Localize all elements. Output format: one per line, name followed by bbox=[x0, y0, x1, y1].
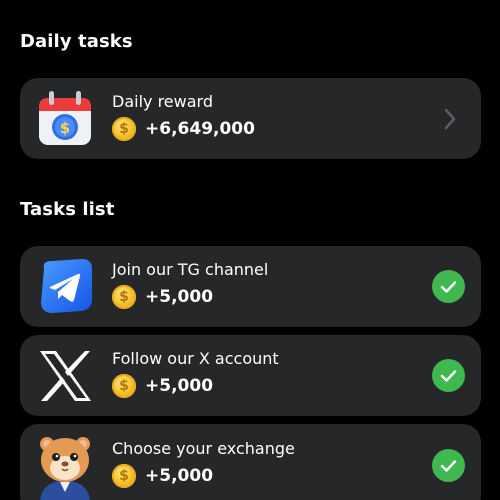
task-reward-amount: +5,000 bbox=[145, 376, 214, 396]
check-icon bbox=[432, 449, 465, 482]
daily-reward-amount: +6,649,000 bbox=[145, 119, 255, 139]
check-icon bbox=[432, 270, 465, 303]
calendar-dollar-icon: $ bbox=[34, 86, 96, 148]
svg-text:$: $ bbox=[60, 119, 70, 137]
daily-reward-card[interactable]: $ Daily reward $ +6,649,000 bbox=[20, 78, 481, 159]
daily-tasks-heading: Daily tasks bbox=[20, 31, 133, 52]
task-title: Choose your exchange bbox=[112, 439, 295, 458]
task-reward-row: $ +5,000 bbox=[112, 373, 213, 399]
task-title: Join our TG channel bbox=[112, 260, 269, 279]
tasks-list-heading: Tasks list bbox=[20, 199, 115, 220]
daily-reward-amount-row: $ +6,649,000 bbox=[112, 116, 255, 142]
coin-icon: $ bbox=[112, 374, 136, 398]
hamster-icon bbox=[34, 430, 96, 500]
chevron-right-icon bbox=[443, 107, 457, 131]
task-title: Follow our X account bbox=[112, 349, 279, 368]
coin-icon: $ bbox=[112, 464, 136, 488]
telegram-icon bbox=[34, 255, 96, 317]
task-reward-row: $ +5,000 bbox=[112, 463, 213, 489]
task-reward-row: $ +5,000 bbox=[112, 284, 213, 310]
check-icon bbox=[432, 359, 465, 392]
task-item-exchange[interactable]: Choose your exchange $ +5,000 bbox=[20, 424, 481, 500]
tasks-screen: Daily tasks $ Daily reward $ +6,649,000 bbox=[0, 0, 500, 500]
daily-reward-title: Daily reward bbox=[112, 92, 213, 111]
task-item-telegram[interactable]: Join our TG channel $ +5,000 bbox=[20, 246, 481, 327]
coin-icon: $ bbox=[112, 285, 136, 309]
coin-icon: $ bbox=[112, 117, 136, 141]
task-reward-amount: +5,000 bbox=[145, 287, 214, 307]
task-item-x[interactable]: Follow our X account $ +5,000 bbox=[20, 335, 481, 416]
task-reward-amount: +5,000 bbox=[145, 466, 214, 486]
x-logo-icon bbox=[34, 345, 96, 407]
